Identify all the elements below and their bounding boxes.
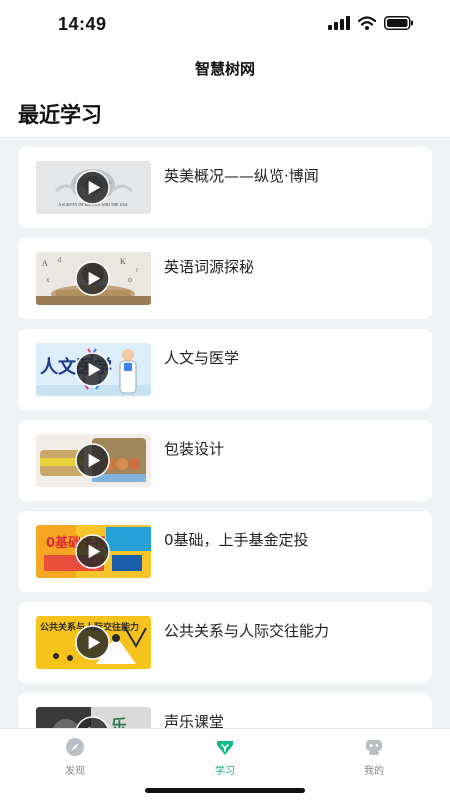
status-icons [328, 16, 414, 30]
course-list[interactable]: A SURVEY OF BRITAIN AND THE USA 英美概况——纵览… [0, 137, 450, 728]
course-title: 包装设计 [164, 440, 225, 458]
course-title: 0基础，上手基金定投 [164, 531, 309, 549]
section-title: 最近学习 [18, 103, 102, 127]
tab-label: 学习 [215, 766, 235, 777]
app-screen: 14:49 智慧树网 最近学习 A SURVEY OF AND THE USA … [0, 0, 450, 800]
profile-icon [366, 740, 382, 755]
course-card[interactable]: 公共关系与人际交往能力 公共关系与人际交往能力 [18, 602, 432, 683]
tab-label: 我的 [364, 766, 384, 777]
play-icon[interactable] [75, 261, 110, 296]
cellular-signal-icon [328, 16, 350, 30]
course-title: 英语词源探秘 [164, 258, 255, 276]
play-icon[interactable] [75, 625, 110, 660]
course-card[interactable]: 乐 声乐课堂 [18, 693, 432, 728]
course-card[interactable]: 人文医学 人文与医学 [18, 329, 432, 410]
course-title: 声乐课堂 [164, 713, 225, 728]
play-icon[interactable] [75, 170, 110, 205]
tab-profile[interactable]: 我的 [334, 737, 414, 777]
course-card[interactable]: A SURVEY OF BRITAIN AND THE USA 英美概况——纵览… [18, 147, 432, 228]
nav-title: 智慧树网 [194, 60, 255, 78]
course-thumbnail: 0基础手投 [36, 525, 151, 578]
compass-icon [66, 738, 84, 756]
status-bar: 14:49 [0, 0, 450, 50]
learning-icon [217, 741, 233, 755]
thumbnail-caption: 乐 [111, 716, 127, 728]
play-icon[interactable] [75, 534, 110, 569]
course-card[interactable]: 包装设计 [18, 420, 432, 501]
course-title: 英美概况——纵览·博闻 [164, 167, 319, 185]
course-thumbnail: A SURVEY OF BRITAIN AND THE USA [36, 161, 151, 214]
play-icon[interactable] [75, 352, 110, 387]
svg-text:x: x [46, 276, 50, 284]
play-icon[interactable] [75, 716, 110, 728]
tab-discover[interactable]: 发现 [35, 737, 115, 777]
play-icon[interactable] [75, 443, 110, 478]
home-indicator[interactable] [145, 788, 305, 793]
wifi-icon [358, 16, 376, 30]
course-thumbnail: 乐 [36, 707, 151, 728]
course-thumbnail: 公共关系与人际交往能力 [36, 616, 151, 669]
course-card[interactable]: A d K r o x 英语词源探秘 [18, 238, 432, 319]
course-thumbnail: 人文医学 [36, 343, 151, 396]
svg-text:o: o [128, 275, 132, 284]
status-time: 14:49 [58, 14, 107, 34]
svg-text:K: K [120, 257, 126, 266]
tab-label: 发现 [65, 766, 85, 777]
course-thumbnail: A d K r o x [36, 252, 151, 305]
svg-text:A: A [42, 259, 48, 268]
tab-learning[interactable]: 学习 [185, 737, 265, 777]
battery-icon [384, 16, 413, 30]
course-card[interactable]: 0基础手投 0基础，上手基金定投 [18, 511, 432, 592]
svg-text:d: d [58, 256, 62, 264]
course-thumbnail [36, 434, 151, 487]
course-title: 公共关系与人际交往能力 [164, 622, 330, 640]
course-title: 人文与医学 [164, 349, 240, 367]
